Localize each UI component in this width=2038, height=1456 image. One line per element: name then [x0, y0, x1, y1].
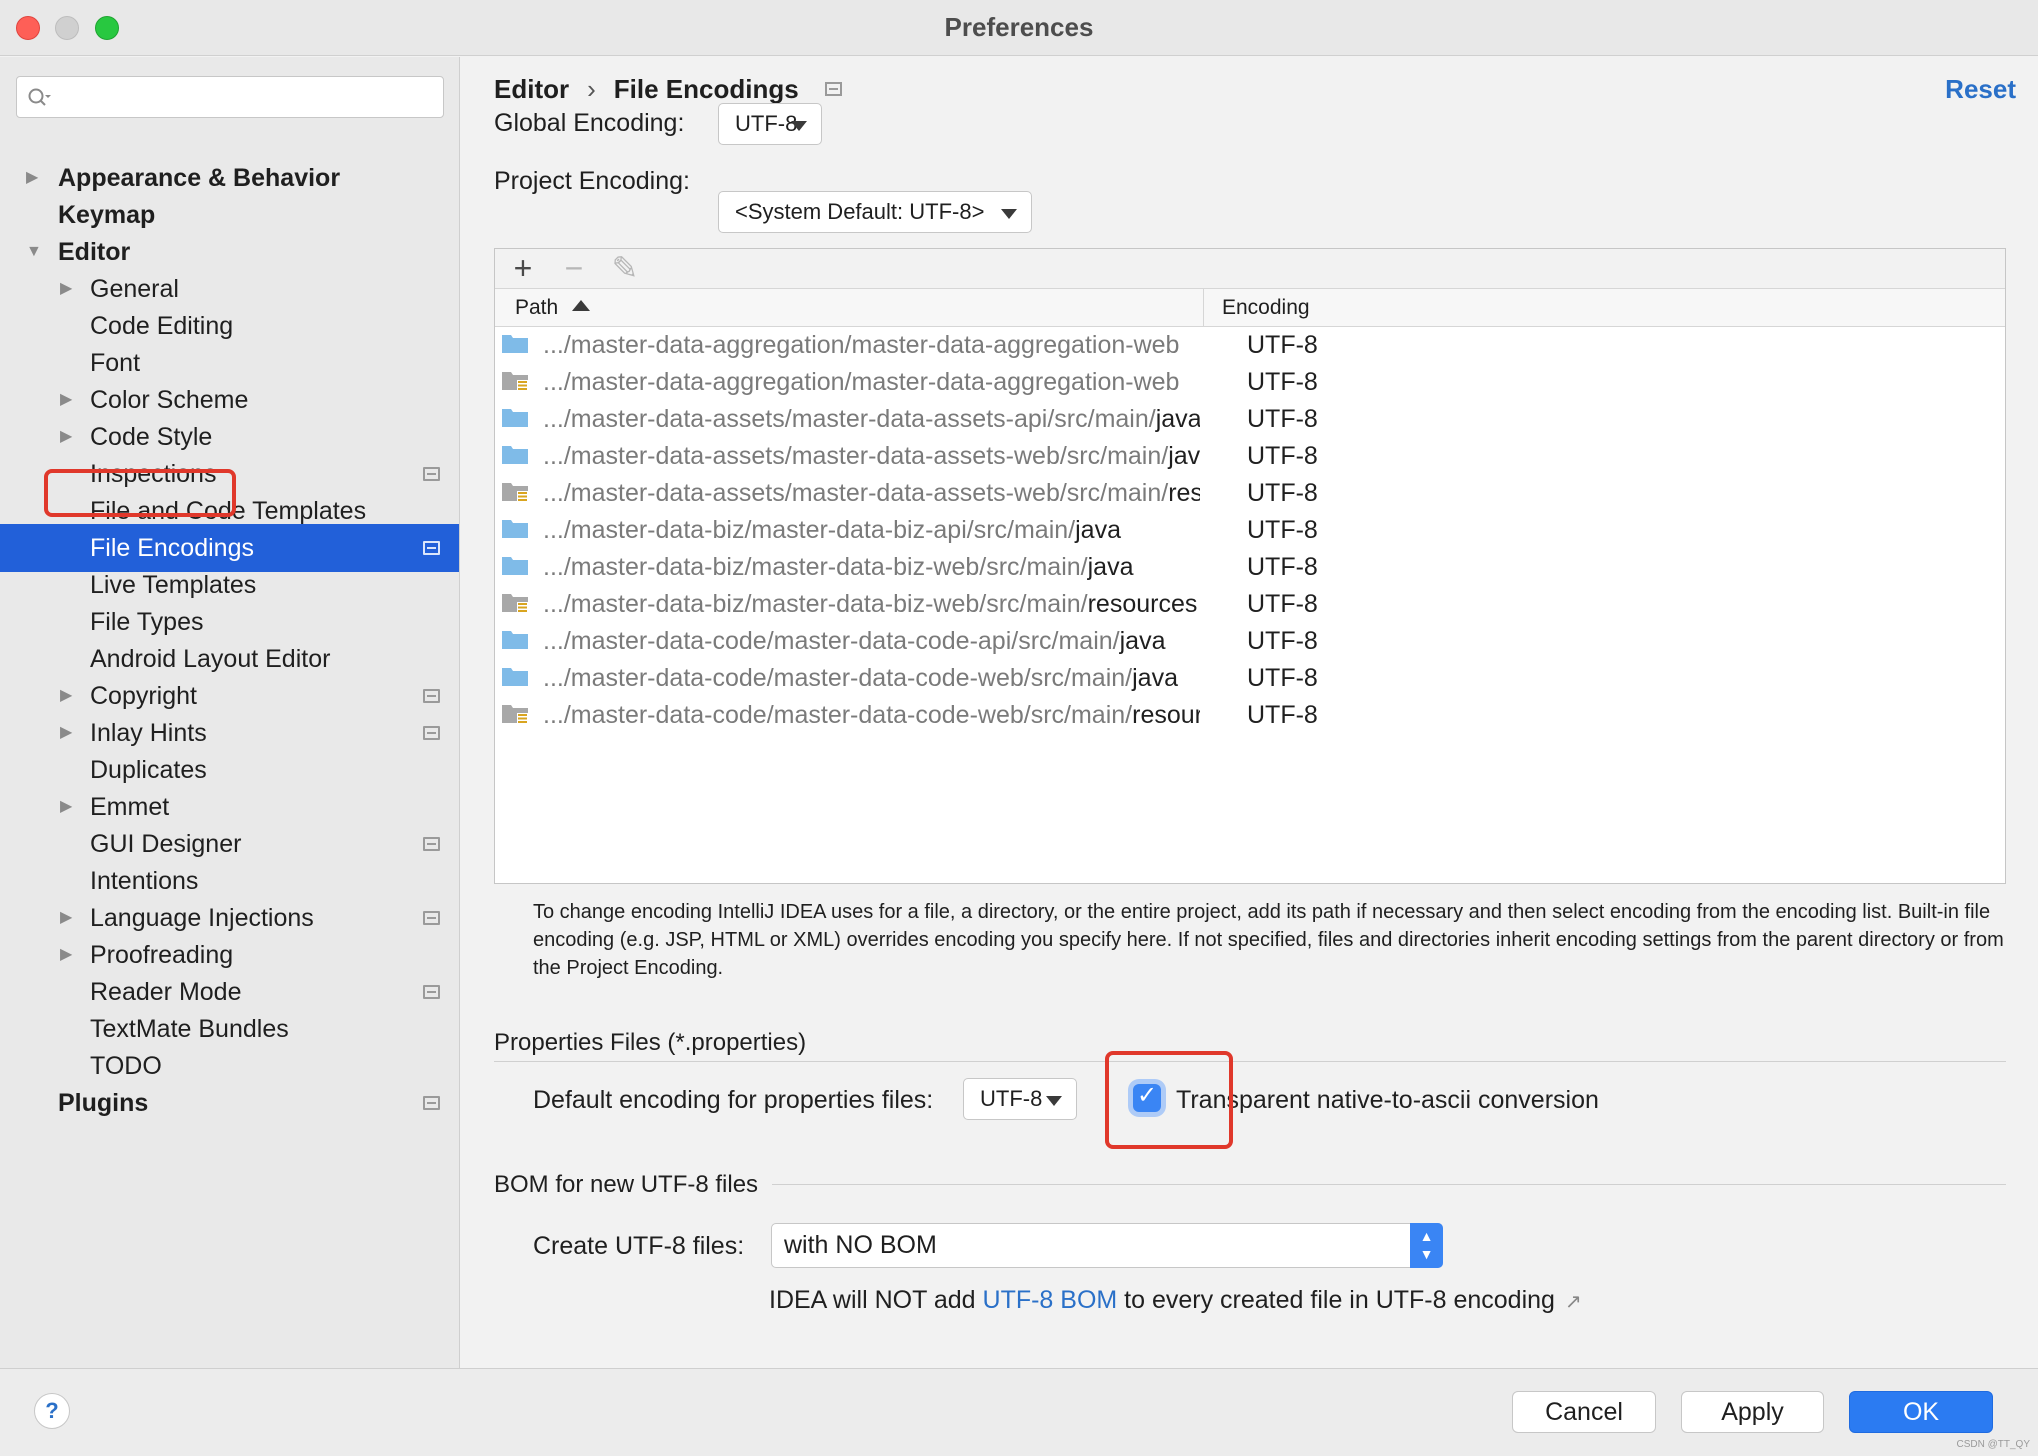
create-utf8-label: Create UTF-8 files:	[533, 1232, 745, 1260]
properties-default-encoding-label: Default encoding for properties files:	[533, 1086, 934, 1114]
source-folder-icon	[502, 557, 528, 575]
dialog-footer: ? Cancel Apply OK CSDN @TT_QY	[0, 1368, 2038, 1456]
bom-select-value: with NO BOM	[784, 1231, 937, 1259]
chevron-down-icon	[791, 121, 807, 131]
properties-encoding-value: UTF-8	[980, 1086, 1043, 1111]
encoding-cell[interactable]: UTF-8	[1247, 691, 1318, 739]
chevron-down-icon	[1001, 209, 1017, 219]
edit-path-button[interactable]: ✎	[609, 252, 641, 285]
settings-sidebar: ▶ Appearance & Behavior Keymap ▼ Editor ▶ Gene…	[0, 57, 460, 1368]
project-settings-icon	[423, 837, 440, 851]
cancel-button[interactable]: Cancel	[1512, 1391, 1656, 1433]
resource-folder-icon	[502, 705, 528, 724]
project-encoding-value: <System Default: UTF-8>	[735, 199, 985, 224]
bom-section-title: BOM for new UTF-8 files	[494, 1171, 773, 1199]
preferences-window: Preferences ▶ Appearance & Behavior Keymap…	[0, 0, 2038, 1456]
global-encoding-value: UTF-8	[735, 111, 798, 136]
source-folder-icon	[502, 668, 528, 686]
project-encoding-label: Project Encoding:	[494, 167, 690, 195]
project-settings-icon	[423, 985, 440, 999]
path-encoding-table: + − ✎ Path Encoding .../master-data-aggr…	[494, 248, 2006, 884]
breadcrumb: Editor › File Encodings	[494, 74, 842, 105]
apply-button[interactable]: Apply	[1681, 1391, 1824, 1433]
properties-section-title: Properties Files (*.properties)	[494, 1029, 821, 1057]
source-folder-icon	[502, 335, 528, 353]
path-cell: .../master-data-code/master-data-code-we…	[543, 701, 1200, 729]
sidebar-item-plugins[interactable]: Plugins	[0, 1079, 459, 1127]
global-encoding-label: Global Encoding:	[494, 109, 685, 137]
project-settings-icon	[423, 467, 440, 481]
resource-folder-icon	[502, 372, 528, 391]
highlight-box-file-encodings	[44, 469, 236, 517]
native-to-ascii-label[interactable]: Transparent native-to-ascii conversion	[1176, 1086, 1599, 1115]
global-encoding-dropdown[interactable]: UTF-8	[718, 103, 822, 145]
watermark: CSDN @TT_QY	[1956, 1439, 2031, 1450]
properties-section-divider	[494, 1061, 2006, 1062]
external-link-icon: ↗	[1564, 1291, 1582, 1313]
search-icon	[28, 88, 51, 106]
remove-path-button[interactable]: −	[558, 252, 590, 285]
reset-link[interactable]: Reset	[1945, 74, 2016, 105]
chevron-down-icon	[1046, 1096, 1062, 1106]
source-folder-icon	[502, 520, 528, 538]
resource-folder-icon	[502, 483, 528, 502]
project-settings-icon	[423, 726, 440, 740]
project-settings-icon	[423, 1096, 440, 1110]
source-folder-icon	[502, 446, 528, 464]
title-bar: Preferences	[0, 0, 2038, 56]
settings-content: Editor › File Encodings Reset Global Encod…	[461, 57, 2038, 1368]
project-settings-icon	[423, 689, 440, 703]
project-settings-icon	[423, 541, 440, 555]
project-encoding-dropdown[interactable]: <System Default: UTF-8>	[718, 191, 1032, 233]
utf8-bom-link[interactable]: UTF-8 BOM	[983, 1286, 1118, 1314]
bom-select[interactable]: with NO BOM ▲ ▼	[771, 1223, 1443, 1268]
window-title: Preferences	[944, 12, 1094, 42]
ok-button[interactable]: OK	[1849, 1391, 1993, 1433]
highlight-box-checkbox	[1105, 1051, 1233, 1149]
breadcrumb-separator: ›	[587, 74, 596, 104]
project-settings-icon	[824, 82, 842, 96]
encoding-help-text: To change encoding IntelliJ IDEA uses fo…	[533, 901, 2004, 979]
resource-folder-icon	[502, 594, 528, 613]
bom-note: IDEA will NOT add UTF-8 BOM to every cre…	[769, 1286, 1582, 1314]
settings-search-input[interactable]	[16, 76, 444, 118]
table-toolbar: + − ✎	[495, 249, 2005, 289]
add-path-button[interactable]: +	[507, 252, 539, 285]
breadcrumb-parent[interactable]: Editor	[494, 74, 569, 105]
project-settings-icon	[423, 911, 440, 925]
properties-encoding-dropdown[interactable]: UTF-8	[963, 1078, 1077, 1120]
sidebar-item-label: Plugins	[58, 1089, 149, 1117]
source-folder-icon	[502, 631, 528, 649]
help-button[interactable]: ?	[34, 1393, 70, 1429]
breadcrumb-current: File Encodings	[613, 74, 799, 104]
source-folder-icon	[502, 409, 528, 427]
sort-ascending-icon	[572, 300, 591, 311]
up-down-stepper-icon: ▲ ▼	[1410, 1223, 1443, 1268]
table-row[interactable]: .../master-data-code/master-data-code-we…	[495, 691, 2005, 739]
